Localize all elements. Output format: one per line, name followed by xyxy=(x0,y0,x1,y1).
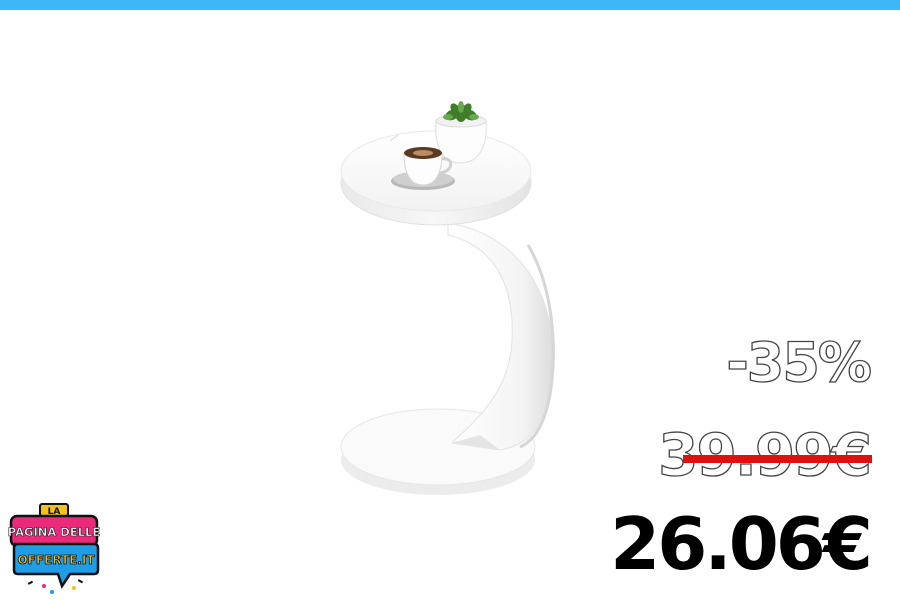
svg-text:PAGINA DELLE: PAGINA DELLE xyxy=(8,525,100,539)
discount-percentage: -35% xyxy=(726,331,873,394)
page: -35% 39.99€ 26.06€ LA PAGINA DELLE OFFER… xyxy=(0,0,900,600)
svg-text:OFFERTE.IT: OFFERTE.IT xyxy=(17,553,95,567)
top-accent-bar xyxy=(0,0,900,10)
site-logo: LA PAGINA DELLE OFFERTE.IT xyxy=(8,503,100,594)
price-strikethrough xyxy=(683,455,872,463)
sale-price: 26.06€ xyxy=(610,502,873,586)
side-table-product-image xyxy=(340,101,555,495)
